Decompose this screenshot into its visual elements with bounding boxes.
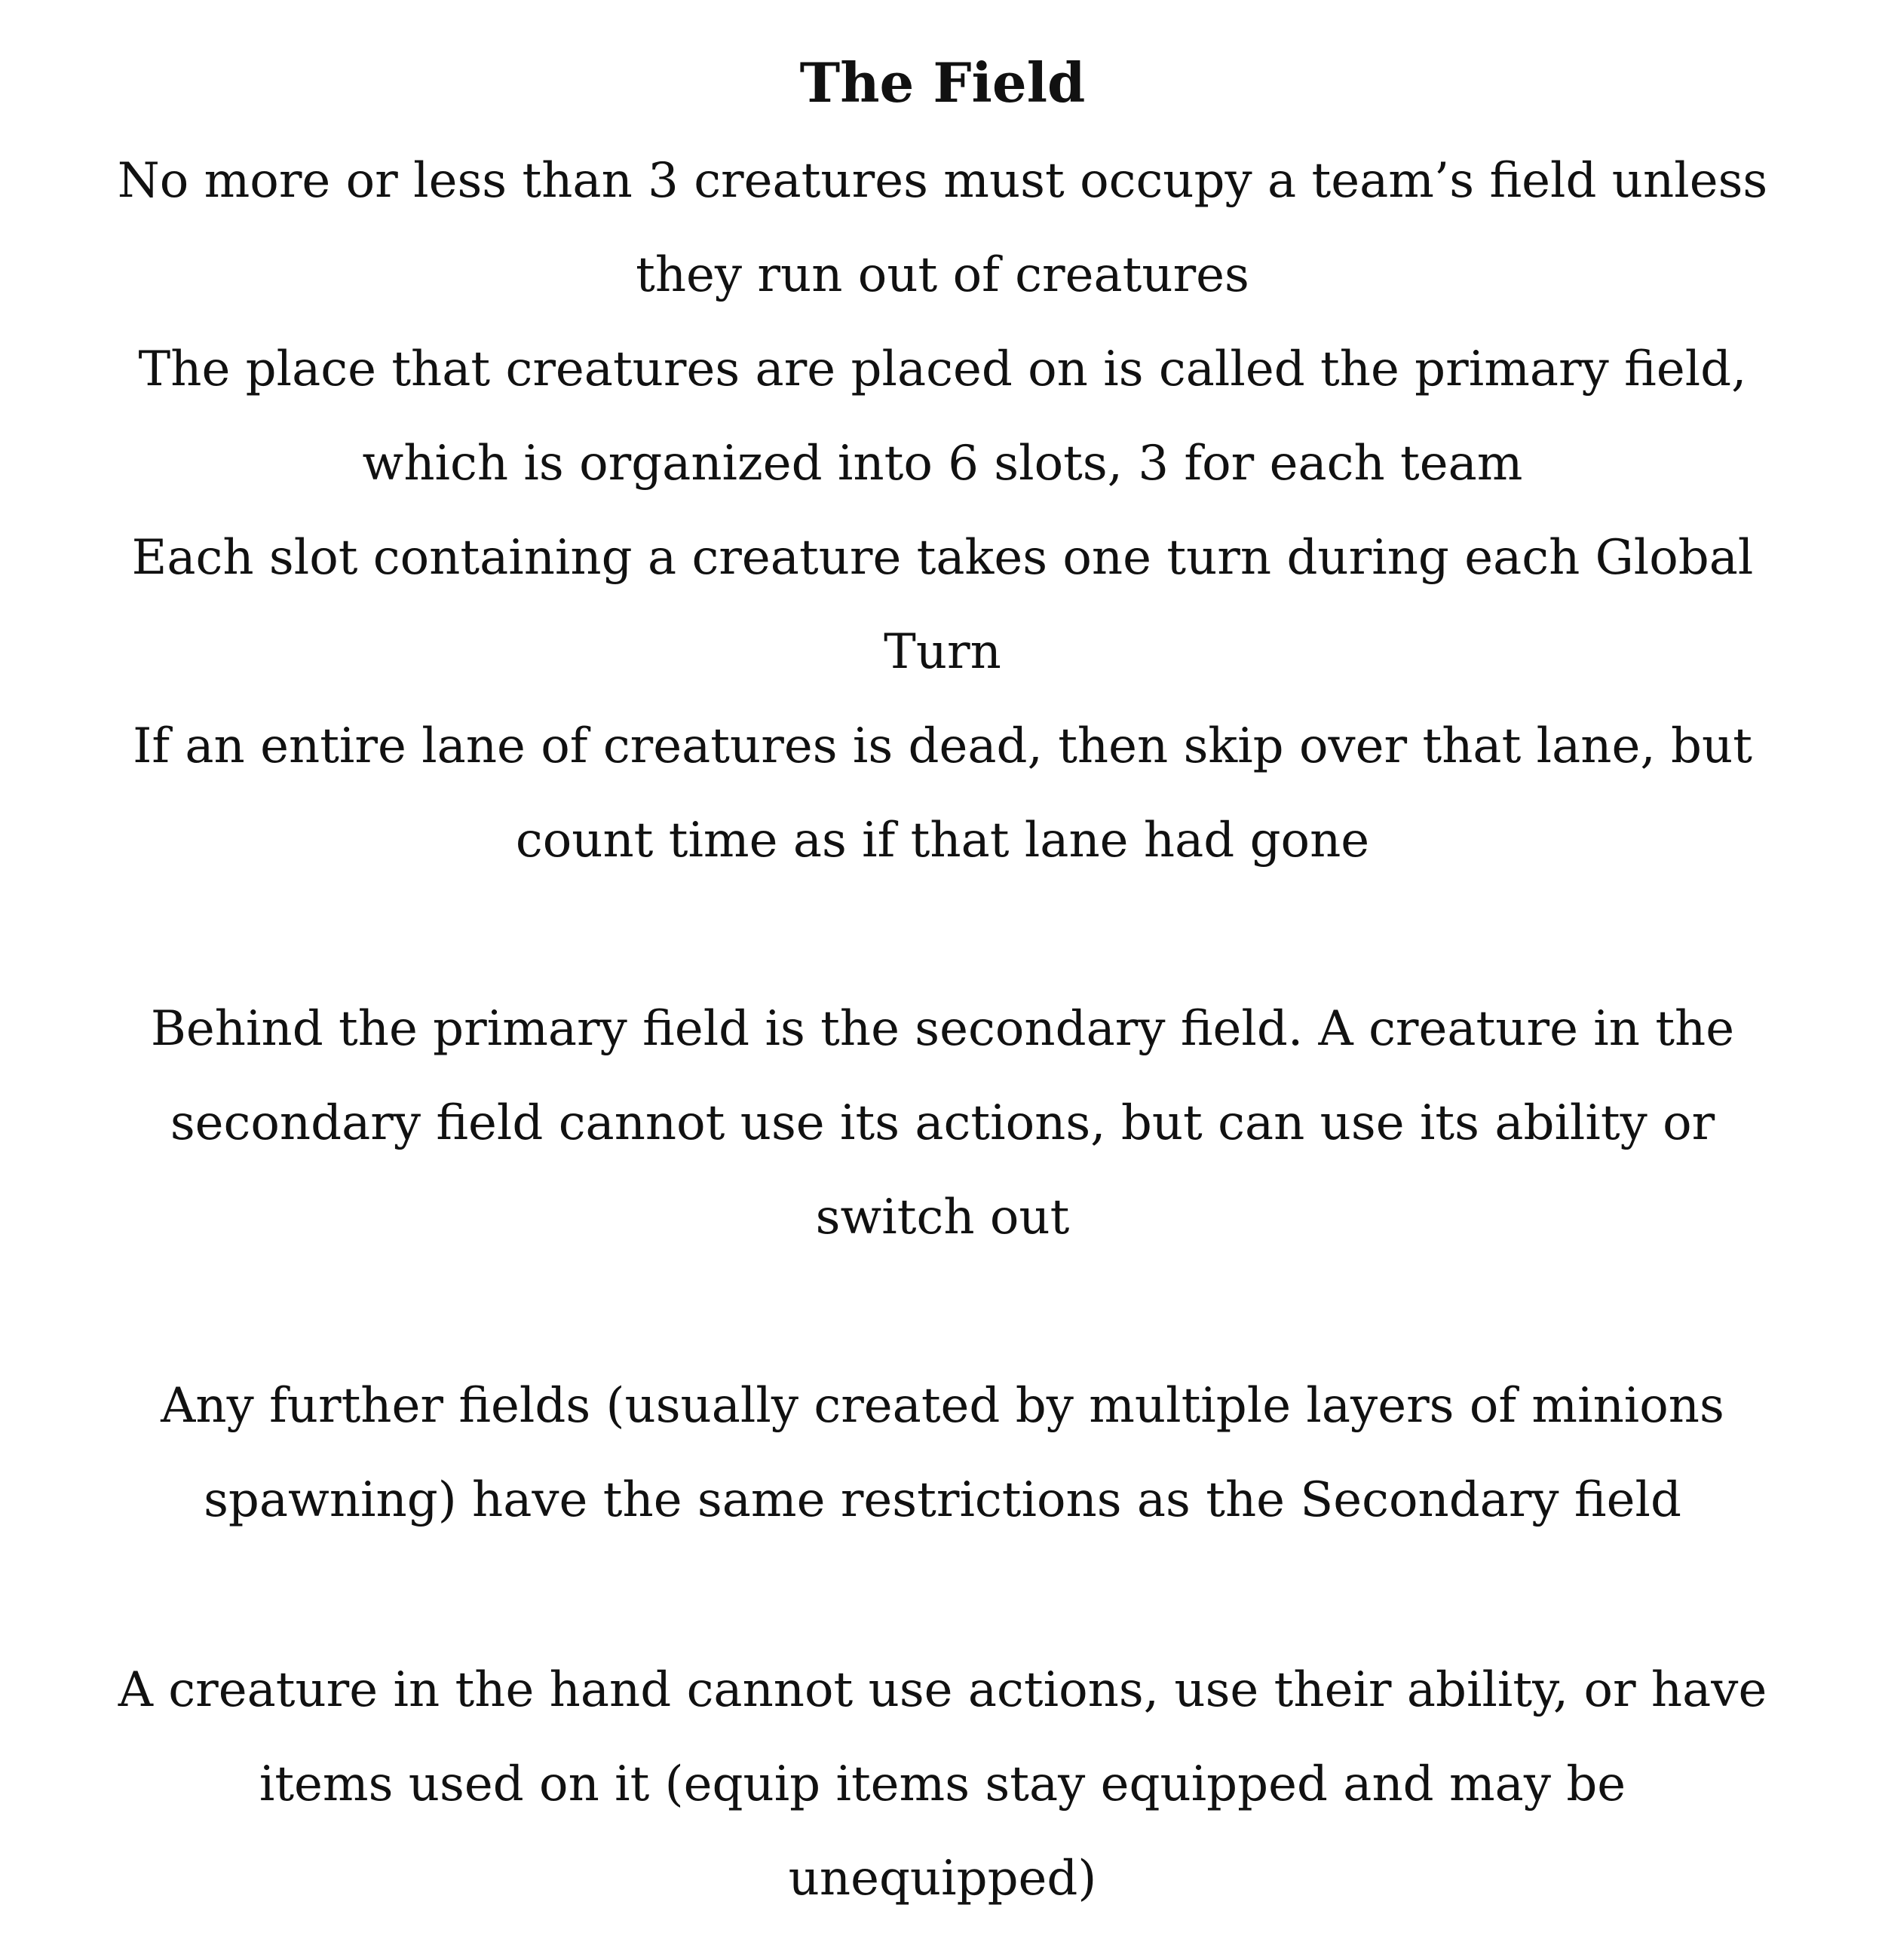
text-line: Any further fields (usually created by m… [161,1378,1724,1434]
text-line: No more or less than 3 creatures must oc… [117,153,1768,209]
paragraph-dead-lane: If an entire lane of creatures is dead, … [0,700,1885,888]
paragraph-further-fields: Any further fields (usually created by m… [0,1359,1885,1548]
text-line: spawning) have the same restrictions as … [204,1472,1681,1528]
text-line: switch out [815,1190,1070,1245]
paragraph-primary-field: The place that creatures are placed on i… [0,323,1885,511]
paragraph-slot-turns: Each slot containing a creature takes on… [0,511,1885,700]
document-page: The Field No more or less than 3 creatur… [0,0,1885,1960]
text-line: If an entire lane of creatures is dead, … [133,718,1752,774]
text-line: Each slot containing a creature takes on… [131,530,1754,586]
text-line: secondary field cannot use its actions, … [170,1095,1715,1151]
document-title: The Field [799,51,1086,115]
paragraph-secondary-field: Behind the primary field is the secondar… [0,982,1885,1265]
text-line: they run out of creatures [636,247,1249,303]
paragraph-field-occupancy: No more or less than 3 creatures must oc… [0,134,1885,323]
text-line: unequipped) [788,1851,1097,1906]
text-line: A creature in the hand cannot use action… [118,1662,1767,1718]
paragraph-hand: A creature in the hand cannot use action… [0,1643,1885,1926]
text-line: which is organized into 6 slots, 3 for e… [362,436,1523,492]
text-line: items used on it (equip items stay equip… [259,1756,1626,1812]
text-line: Behind the primary field is the secondar… [150,1001,1735,1057]
text-line: count time as if that lane had gone [515,813,1370,868]
text-line: The place that creatures are placed on i… [138,341,1747,397]
text-line: Turn [884,624,1001,680]
